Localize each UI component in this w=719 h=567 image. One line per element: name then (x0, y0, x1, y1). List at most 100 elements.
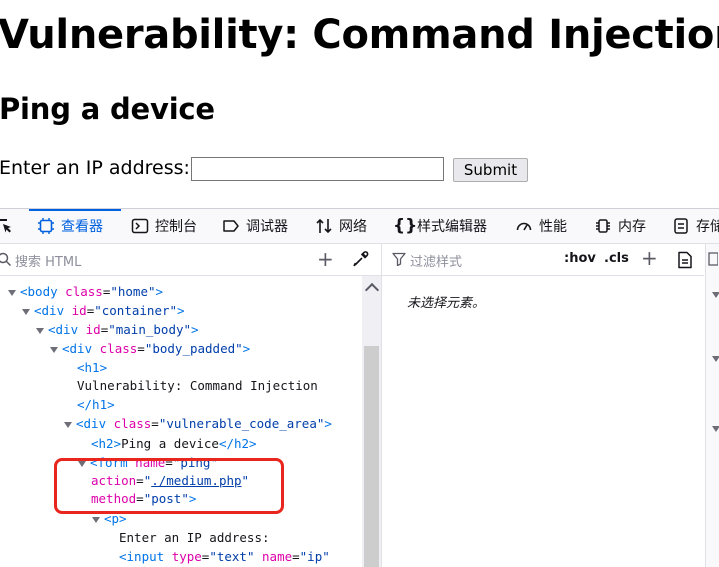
expand-arrow-icon[interactable] (712, 426, 719, 432)
attr-value: "ping" (172, 455, 218, 470)
tab-label: 存储 (696, 219, 719, 235)
tree-node-container[interactable]: <div id="container"> (22, 301, 185, 320)
print-media-icon[interactable] (677, 251, 693, 269)
rules-pane: 过滤样式 :hov .cls + 未选择元素。 (382, 244, 704, 567)
filter-row: 过滤样式 :hov .cls + (382, 244, 704, 276)
tag-name: <h2> (91, 436, 122, 451)
filter-styles-input[interactable]: 过滤样式 (410, 251, 462, 270)
expand-arrow-icon[interactable] (8, 289, 16, 296)
inspector-icon (38, 218, 54, 234)
attr-name: id (85, 322, 101, 337)
tab-memory[interactable]: 内存 (594, 209, 646, 243)
tab-style-editor[interactable]: {} 样式编辑器 (393, 209, 487, 243)
scroll-up-icon[interactable] (364, 282, 380, 298)
tag-name: <div (62, 341, 93, 356)
tree-node-vulnerable-code-area[interactable]: <div class="vulnerable_code_area"> (64, 414, 332, 433)
hov-toggle[interactable]: :hov (564, 251, 596, 266)
expand-arrow-icon[interactable] (78, 460, 86, 467)
expand-arrow-icon[interactable] (36, 327, 44, 334)
tag-name: <form (90, 455, 128, 470)
tag-name: <input (119, 549, 165, 564)
tree-node-h1[interactable]: <h1> (77, 358, 107, 377)
ip-input[interactable] (191, 157, 444, 181)
expand-arrow-icon[interactable] (64, 421, 72, 428)
expand-arrow-icon[interactable] (22, 308, 30, 315)
attr-value: "body_padded" (144, 341, 243, 356)
tab-storage[interactable]: 存储 (672, 209, 719, 243)
tree-text-h1[interactable]: Vulnerability: Command Injection (77, 376, 318, 395)
element-picker-icon[interactable] (0, 217, 14, 235)
expand-arrow-icon[interactable] (50, 346, 58, 353)
tab-inspector[interactable]: 查看器 (29, 209, 121, 243)
attr-value: "vulnerable_code_area" (158, 416, 325, 431)
tag-close: </h2> (218, 436, 257, 451)
html-search-input[interactable]: 搜索 HTML (15, 251, 81, 270)
markup-tree: <body class="home"> <div id="container">… (0, 276, 362, 567)
tag-end: > (155, 284, 164, 299)
search-icon (0, 252, 11, 266)
ip-label: Enter an IP address: (0, 157, 190, 179)
tab-performance[interactable]: 性能 (515, 209, 567, 243)
attr-quote: " (241, 473, 250, 488)
attr-name: name (135, 455, 166, 470)
markup-scrollbar[interactable] (362, 276, 381, 567)
memory-icon (596, 219, 610, 233)
storage-icon (674, 218, 688, 234)
attr-name: name (262, 549, 293, 564)
tree-node-body-padded[interactable]: <div class="body_padded"> (50, 339, 250, 358)
html-pane: 搜索 HTML + <body class="home"> <div id="c… (0, 244, 382, 567)
attr-name: class (99, 341, 138, 356)
tree-node-form-action[interactable]: action="./medium.php" (91, 471, 249, 490)
attr-value: "post" (143, 491, 189, 506)
attr-value: "container" (94, 303, 178, 318)
eyedropper-icon[interactable] (352, 250, 370, 268)
tag-end: > (191, 322, 199, 337)
tag-end: > (324, 416, 332, 431)
attr-name: action (91, 473, 137, 488)
scroll-thumb[interactable] (364, 346, 379, 567)
expand-arrow-icon[interactable] (92, 516, 100, 523)
tree-node-p[interactable]: <p> (92, 509, 127, 528)
tab-console[interactable]: 控制台 (131, 209, 197, 243)
add-rule-icon[interactable]: + (641, 248, 658, 268)
console-icon (131, 218, 149, 234)
debugger-icon (223, 220, 239, 232)
expand-arrow-icon[interactable] (712, 356, 719, 362)
tree-node-input[interactable]: <input type="text" name="ip" (119, 547, 330, 566)
tree-node-body[interactable]: <body class="home"> (8, 282, 163, 301)
tree-text-p[interactable]: Enter an IP address: (119, 528, 270, 547)
attr-name: method (91, 491, 137, 506)
tree-close-h1: </h1> (77, 397, 115, 412)
devtools-toolbar: 查看器 控制台 调试器 网络 {} 样式编辑器 性能 内存 存储 (0, 209, 719, 244)
tab-debugger[interactable]: 调试器 (222, 209, 288, 243)
action-link[interactable]: ./medium.php (151, 473, 241, 488)
add-node-icon[interactable]: + (317, 249, 334, 269)
filter-icon (392, 252, 406, 266)
attr-name: class (65, 284, 103, 299)
tag-name: <div (48, 322, 79, 337)
submit-button[interactable]: Submit (453, 158, 528, 182)
expand-arrow-icon[interactable] (712, 292, 719, 298)
tag-name: <div (76, 416, 107, 431)
cls-toggle[interactable]: .cls (604, 251, 629, 266)
attr-value: "home" (110, 284, 156, 299)
tree-node-main-body[interactable]: <div id="main_body"> (36, 320, 199, 339)
dvwa-page: Vulnerability: Command Injection Ping a … (0, 0, 719, 208)
tab-label: 内存 (618, 219, 646, 235)
page-title: Vulnerability: Command Injection (0, 12, 719, 58)
layout-icon[interactable] (708, 252, 718, 266)
devtools-panel: 查看器 控制台 调试器 网络 {} 样式编辑器 性能 内存 存储 搜索 HTML… (0, 208, 719, 567)
tree-node-form[interactable]: <form name="ping" (78, 453, 218, 472)
node-text: Ping a device (121, 436, 219, 451)
tab-label: 网络 (339, 219, 367, 235)
tree-node-h2[interactable]: <h2>Ping a device</h2> (91, 434, 257, 453)
attr-name: id (71, 303, 87, 318)
tab-label: 控制台 (155, 219, 197, 235)
tab-label: 调试器 (246, 219, 288, 235)
tree-node-form-method[interactable]: method="post"> (91, 489, 196, 508)
tab-network[interactable]: 网络 (315, 209, 367, 243)
tag-name: <p> (104, 511, 127, 526)
network-icon (316, 218, 332, 234)
no-element-selected-text: 未选择元素。 (407, 296, 486, 311)
style-editor-icon: {} (393, 216, 418, 236)
